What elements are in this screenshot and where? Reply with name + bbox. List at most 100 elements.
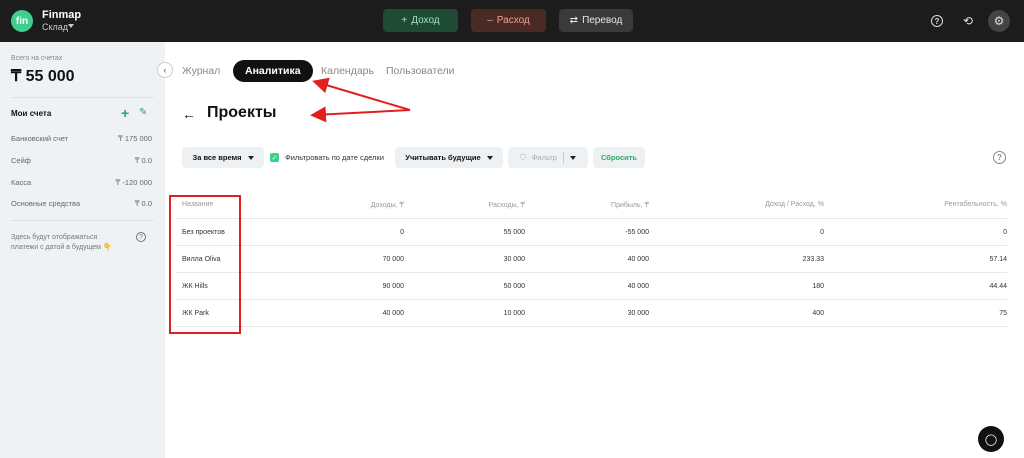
chevron-down-icon	[486, 155, 493, 160]
help-button[interactable]: ?	[926, 10, 948, 32]
add-expense-label: Расход	[496, 15, 530, 26]
app-name: Finmap	[42, 9, 82, 21]
profitability-value: 75	[999, 310, 1007, 317]
divider	[562, 151, 564, 164]
question-icon: ?	[931, 15, 943, 27]
account-name: Банковский счет	[11, 134, 69, 143]
consider-future-dropdown[interactable]: Учитывать будущие	[395, 147, 503, 168]
income-value: 90 000	[382, 283, 404, 290]
profitability-value: 44.44	[989, 283, 1007, 290]
divider	[11, 97, 154, 98]
income-value: 70 000	[382, 256, 404, 263]
account-item[interactable]: Сейф ₸ 0.0	[11, 156, 152, 165]
collapse-sidebar-button[interactable]: ‹	[157, 62, 173, 78]
profit-value: 40 000	[627, 256, 649, 263]
profit-value: -55 000	[625, 229, 649, 236]
chevron-left-icon: ‹	[163, 65, 167, 75]
tab-users[interactable]: Пользователи	[386, 65, 455, 77]
future-payments-note: Здесь будут отображаться платежи с датой…	[11, 234, 112, 251]
tab-calendar[interactable]: Календарь	[321, 65, 374, 77]
account-name: Касса	[11, 178, 32, 187]
income-value: 0	[400, 229, 404, 236]
total-balance-label: Всего на счетах	[11, 55, 63, 62]
column-header-profit[interactable]: Прибыль, ₸	[540, 201, 649, 209]
reset-filters-button[interactable]: Сбросить	[593, 147, 645, 168]
add-income-button[interactable]: + Доход	[383, 9, 458, 32]
add-income-label: Доход	[411, 15, 440, 26]
account-item[interactable]: Основные средства ₸ 0.0	[11, 199, 152, 208]
profitability-value: 57.14	[989, 256, 1007, 263]
transfer-icon: ⇄	[569, 15, 579, 26]
gear-icon: ⚙	[993, 14, 1005, 28]
finmap-logo[interactable]: fin	[11, 10, 33, 32]
period-dropdown[interactable]: За все время	[182, 147, 264, 168]
income-value: 40 000	[382, 310, 404, 317]
account-name: Сейф	[11, 156, 31, 165]
expense-value: 30 000	[503, 256, 525, 263]
profitability-value: 0	[1003, 229, 1007, 236]
add-account-button[interactable]: +	[121, 105, 129, 121]
filter-by-deal-date-checkbox[interactable]: ✓	[270, 153, 279, 162]
account-balance: ₸ 0.0	[134, 199, 152, 208]
annotation-arrow	[310, 106, 411, 123]
period-label: За все время	[192, 153, 242, 162]
my-accounts-title: Мои счета	[11, 109, 52, 118]
help-icon[interactable]: ?	[993, 151, 1006, 164]
divider	[176, 299, 1007, 300]
expense-value: 50 000	[503, 283, 525, 290]
expense-value: 10 000	[503, 310, 525, 317]
profit-value: 30 000	[627, 310, 649, 317]
filter-by-deal-date-label: Фильтровать по дате сделки	[285, 153, 384, 162]
account-balance: ₸ 175 000	[118, 134, 152, 143]
divider	[11, 220, 154, 221]
ratio-value: 233.33	[802, 256, 824, 263]
divider	[176, 272, 1007, 273]
add-transfer-button[interactable]: ⇄ Перевод	[559, 9, 633, 32]
column-header-profitability[interactable]: Рентабельность, %	[860, 201, 1007, 208]
back-arrow-icon[interactable]: ←	[182, 106, 196, 122]
add-transfer-label: Перевод	[582, 15, 623, 26]
sidebar: Всего на счетах ₸ 55 000 Мои счета + ✎ Б…	[0, 42, 165, 458]
filter-label: Фильтр	[531, 153, 557, 162]
ratio-value: 400	[812, 310, 824, 317]
account-item[interactable]: Банковский счет ₸ 175 000	[11, 134, 152, 143]
workspace-selector[interactable]: Склад	[42, 22, 68, 32]
divider	[176, 245, 1007, 246]
column-header-expenses[interactable]: Расходы, ₸	[420, 201, 525, 209]
edit-accounts-button[interactable]: ✎	[139, 107, 147, 118]
chevron-down-icon[interactable]	[68, 24, 74, 28]
history-button[interactable]: ⟲	[957, 10, 979, 32]
tab-analytics[interactable]: Аналитика	[233, 60, 313, 82]
column-header-income-expense-ratio[interactable]: Доход / Расход, %	[680, 201, 824, 208]
account-name: Основные средства	[11, 199, 81, 208]
chevron-down-icon[interactable]	[569, 155, 576, 160]
profit-value: 40 000	[627, 283, 649, 290]
ratio-value: 0	[820, 229, 824, 236]
account-balance: ₸ 0.0	[134, 156, 152, 165]
ratio-value: 180	[812, 283, 824, 290]
account-item[interactable]: Касса ₸ -120 000	[11, 178, 152, 187]
expense-value: 55 000	[503, 229, 525, 236]
annotation-arrow	[312, 77, 411, 111]
minus-icon: –	[487, 15, 493, 26]
page-title: Проекты	[207, 104, 277, 121]
support-chat-button[interactable]: ◯	[978, 426, 1004, 452]
history-icon: ⟲	[962, 14, 974, 28]
annotation-highlight-box	[169, 195, 241, 334]
divider	[176, 326, 1007, 327]
account-balance: ₸ -120 000	[115, 178, 152, 187]
column-header-income[interactable]: Доходы, ₸	[300, 201, 404, 209]
divider	[176, 218, 1007, 219]
top-bar: fin Finmap Склад + Доход – Расход ⇄ Пере…	[0, 0, 1024, 42]
tab-journal[interactable]: Журнал	[182, 65, 220, 77]
question-icon[interactable]: ?	[136, 232, 146, 242]
add-expense-button[interactable]: – Расход	[471, 9, 546, 32]
chat-icon: ◯	[984, 433, 998, 446]
chevron-down-icon	[247, 155, 254, 160]
consider-future-label: Учитывать будущие	[405, 153, 481, 162]
filter-button[interactable]: ⛉ Фильтр	[508, 147, 588, 168]
plus-icon: +	[401, 15, 408, 26]
total-balance-value: ₸ 55 000	[11, 68, 75, 85]
funnel-icon: ⛉	[520, 152, 526, 162]
settings-button[interactable]: ⚙	[988, 10, 1010, 32]
